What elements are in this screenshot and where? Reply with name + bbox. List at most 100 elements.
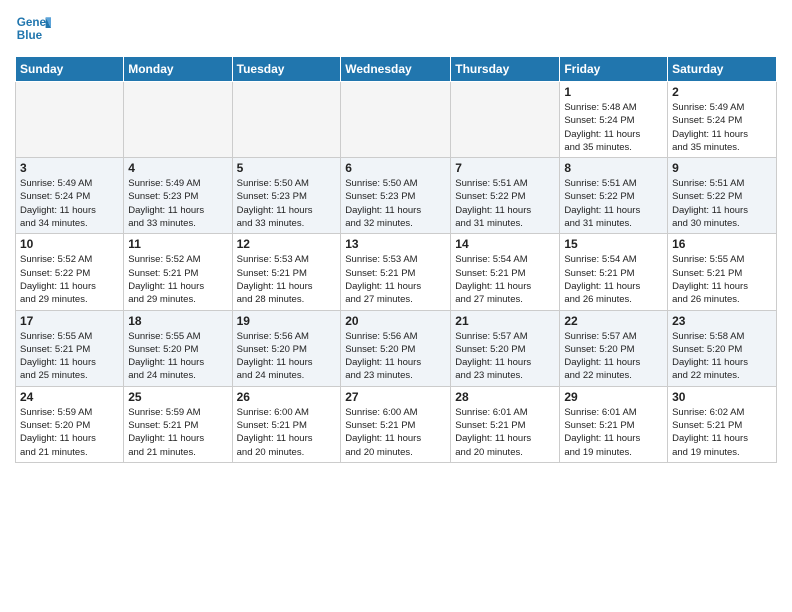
day-number: 24 xyxy=(20,390,119,404)
day-info: Sunrise: 5:56 AM Sunset: 5:20 PM Dayligh… xyxy=(237,330,337,383)
calendar-cell: 9Sunrise: 5:51 AM Sunset: 5:22 PM Daylig… xyxy=(668,158,777,234)
day-number: 6 xyxy=(345,161,446,175)
calendar-cell: 5 Sunrise: 5:50 AM Sunset: 5:23 PM Daylig… xyxy=(232,158,341,234)
day-number: 17 xyxy=(20,314,119,328)
calendar-cell xyxy=(16,82,124,158)
day-info: Sunrise: 5:57 AM Sunset: 5:20 PM Dayligh… xyxy=(564,330,663,383)
day-number: 7 xyxy=(455,161,555,175)
day-info: Sunrise: 6:01 AM Sunset: 5:21 PM Dayligh… xyxy=(564,406,663,459)
logo-icon: General Blue xyxy=(15,10,51,46)
day-info: Sunrise: 5:51 AM Sunset: 5:22 PM Dayligh… xyxy=(564,177,663,230)
day-number: 29 xyxy=(564,390,663,404)
calendar-header-row: SundayMondayTuesdayWednesdayThursdayFrid… xyxy=(16,57,777,82)
day-info: Sunrise: 5:54 AM Sunset: 5:21 PM Dayligh… xyxy=(564,253,663,306)
day-info: Sunrise: 5:59 AM Sunset: 5:20 PM Dayligh… xyxy=(20,406,119,459)
day-info: Sunrise: 5:55 AM Sunset: 5:21 PM Dayligh… xyxy=(672,253,772,306)
day-header-thursday: Thursday xyxy=(451,57,560,82)
day-header-saturday: Saturday xyxy=(668,57,777,82)
day-info: Sunrise: 5:49 AM Sunset: 5:24 PM Dayligh… xyxy=(20,177,119,230)
day-info: Sunrise: 5:55 AM Sunset: 5:21 PM Dayligh… xyxy=(20,330,119,383)
day-info: Sunrise: 6:00 AM Sunset: 5:21 PM Dayligh… xyxy=(345,406,446,459)
day-number: 4 xyxy=(128,161,227,175)
day-number: 15 xyxy=(564,237,663,251)
day-info: Sunrise: 6:01 AM Sunset: 5:21 PM Dayligh… xyxy=(455,406,555,459)
day-number: 2 xyxy=(672,85,772,99)
calendar-cell: 12 Sunrise: 5:53 AM Sunset: 5:21 PM Dayli… xyxy=(232,234,341,310)
calendar-cell: 15 Sunrise: 5:54 AM Sunset: 5:21 PM Dayli… xyxy=(560,234,668,310)
calendar-week-row: 24 Sunrise: 5:59 AM Sunset: 5:20 PM Dayli… xyxy=(16,386,777,462)
day-header-friday: Friday xyxy=(560,57,668,82)
day-info: Sunrise: 5:53 AM Sunset: 5:21 PM Dayligh… xyxy=(345,253,446,306)
day-number: 18 xyxy=(128,314,227,328)
day-number: 26 xyxy=(237,390,337,404)
calendar-week-row: 17 Sunrise: 5:55 AM Sunset: 5:21 PM Dayli… xyxy=(16,310,777,386)
day-info: Sunrise: 5:49 AM Sunset: 5:23 PM Dayligh… xyxy=(128,177,227,230)
day-number: 22 xyxy=(564,314,663,328)
day-number: 13 xyxy=(345,237,446,251)
day-number: 21 xyxy=(455,314,555,328)
day-number: 5 xyxy=(237,161,337,175)
calendar-cell: 11Sunrise: 5:52 AM Sunset: 5:21 PM Dayli… xyxy=(124,234,232,310)
day-number: 25 xyxy=(128,390,227,404)
calendar-cell: 25 Sunrise: 5:59 AM Sunset: 5:21 PM Dayli… xyxy=(124,386,232,462)
day-info: Sunrise: 6:00 AM Sunset: 5:21 PM Dayligh… xyxy=(237,406,337,459)
day-header-sunday: Sunday xyxy=(16,57,124,82)
header: General Blue xyxy=(15,10,777,46)
day-number: 8 xyxy=(564,161,663,175)
day-number: 20 xyxy=(345,314,446,328)
day-info: Sunrise: 5:50 AM Sunset: 5:23 PM Dayligh… xyxy=(345,177,446,230)
day-number: 23 xyxy=(672,314,772,328)
day-number: 28 xyxy=(455,390,555,404)
day-info: Sunrise: 5:52 AM Sunset: 5:21 PM Dayligh… xyxy=(128,253,227,306)
calendar-cell: 20 Sunrise: 5:56 AM Sunset: 5:20 PM Dayli… xyxy=(341,310,451,386)
calendar-cell xyxy=(451,82,560,158)
calendar-cell: 7 Sunrise: 5:51 AM Sunset: 5:22 PM Daylig… xyxy=(451,158,560,234)
day-number: 9 xyxy=(672,161,772,175)
calendar-cell: 10Sunrise: 5:52 AM Sunset: 5:22 PM Dayli… xyxy=(16,234,124,310)
calendar-table: SundayMondayTuesdayWednesdayThursdayFrid… xyxy=(15,56,777,463)
calendar-week-row: 10Sunrise: 5:52 AM Sunset: 5:22 PM Dayli… xyxy=(16,234,777,310)
calendar-cell: 24 Sunrise: 5:59 AM Sunset: 5:20 PM Dayli… xyxy=(16,386,124,462)
day-header-wednesday: Wednesday xyxy=(341,57,451,82)
calendar-cell: 19 Sunrise: 5:56 AM Sunset: 5:20 PM Dayli… xyxy=(232,310,341,386)
day-info: Sunrise: 5:54 AM Sunset: 5:21 PM Dayligh… xyxy=(455,253,555,306)
calendar-cell: 1Sunrise: 5:48 AM Sunset: 5:24 PM Daylig… xyxy=(560,82,668,158)
day-info: Sunrise: 5:49 AM Sunset: 5:24 PM Dayligh… xyxy=(672,101,772,154)
calendar-cell: 23 Sunrise: 5:58 AM Sunset: 5:20 PM Dayli… xyxy=(668,310,777,386)
day-number: 12 xyxy=(237,237,337,251)
day-info: Sunrise: 5:50 AM Sunset: 5:23 PM Dayligh… xyxy=(237,177,337,230)
calendar-cell: 14Sunrise: 5:54 AM Sunset: 5:21 PM Dayli… xyxy=(451,234,560,310)
day-info: Sunrise: 5:51 AM Sunset: 5:22 PM Dayligh… xyxy=(455,177,555,230)
day-info: Sunrise: 5:59 AM Sunset: 5:21 PM Dayligh… xyxy=(128,406,227,459)
calendar-cell: 16 Sunrise: 5:55 AM Sunset: 5:21 PM Dayli… xyxy=(668,234,777,310)
day-info: Sunrise: 6:02 AM Sunset: 5:21 PM Dayligh… xyxy=(672,406,772,459)
day-info: Sunrise: 5:57 AM Sunset: 5:20 PM Dayligh… xyxy=(455,330,555,383)
calendar-cell: 3 Sunrise: 5:49 AM Sunset: 5:24 PM Daylig… xyxy=(16,158,124,234)
calendar-cell: 26 Sunrise: 6:00 AM Sunset: 5:21 PM Dayli… xyxy=(232,386,341,462)
day-info: Sunrise: 5:58 AM Sunset: 5:20 PM Dayligh… xyxy=(672,330,772,383)
day-number: 3 xyxy=(20,161,119,175)
day-number: 1 xyxy=(564,85,663,99)
day-info: Sunrise: 5:56 AM Sunset: 5:20 PM Dayligh… xyxy=(345,330,446,383)
calendar-cell: 22 Sunrise: 5:57 AM Sunset: 5:20 PM Dayli… xyxy=(560,310,668,386)
calendar-cell: 18Sunrise: 5:55 AM Sunset: 5:20 PM Dayli… xyxy=(124,310,232,386)
svg-text:Blue: Blue xyxy=(17,29,43,42)
calendar-cell: 30 Sunrise: 6:02 AM Sunset: 5:21 PM Dayli… xyxy=(668,386,777,462)
day-header-monday: Monday xyxy=(124,57,232,82)
calendar-cell: 4 Sunrise: 5:49 AM Sunset: 5:23 PM Daylig… xyxy=(124,158,232,234)
day-number: 16 xyxy=(672,237,772,251)
day-info: Sunrise: 5:53 AM Sunset: 5:21 PM Dayligh… xyxy=(237,253,337,306)
logo: General Blue xyxy=(15,10,51,46)
calendar-cell: 2 Sunrise: 5:49 AM Sunset: 5:24 PM Daylig… xyxy=(668,82,777,158)
calendar-cell: 13 Sunrise: 5:53 AM Sunset: 5:21 PM Dayli… xyxy=(341,234,451,310)
calendar-cell: 29 Sunrise: 6:01 AM Sunset: 5:21 PM Dayli… xyxy=(560,386,668,462)
calendar-week-row: 3 Sunrise: 5:49 AM Sunset: 5:24 PM Daylig… xyxy=(16,158,777,234)
day-number: 27 xyxy=(345,390,446,404)
day-number: 19 xyxy=(237,314,337,328)
calendar-week-row: 1Sunrise: 5:48 AM Sunset: 5:24 PM Daylig… xyxy=(16,82,777,158)
calendar-cell: 17 Sunrise: 5:55 AM Sunset: 5:21 PM Dayli… xyxy=(16,310,124,386)
day-header-tuesday: Tuesday xyxy=(232,57,341,82)
day-number: 30 xyxy=(672,390,772,404)
calendar-cell: 21 Sunrise: 5:57 AM Sunset: 5:20 PM Dayli… xyxy=(451,310,560,386)
calendar-cell: 6 Sunrise: 5:50 AM Sunset: 5:23 PM Daylig… xyxy=(341,158,451,234)
